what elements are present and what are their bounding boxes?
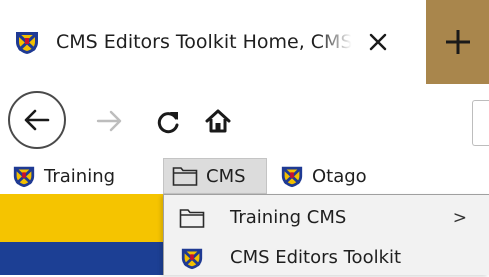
folder-icon bbox=[178, 204, 206, 232]
tab-close-button[interactable] bbox=[360, 24, 396, 60]
menu-item-label: CMS Editors Toolkit bbox=[230, 247, 402, 268]
back-button[interactable] bbox=[8, 91, 66, 149]
bookmark-label: Otago bbox=[312, 165, 367, 187]
reload-icon bbox=[157, 112, 179, 134]
reload-button[interactable] bbox=[150, 104, 186, 140]
bookmark-folder-menu: Training CMS > CMS Editors Toolkit bbox=[163, 194, 489, 275]
new-tab-button[interactable] bbox=[426, 0, 489, 84]
crest-icon bbox=[13, 166, 35, 188]
submenu-arrow-icon: > bbox=[452, 208, 467, 228]
tab-title-fade bbox=[318, 26, 360, 58]
home-icon bbox=[205, 109, 231, 133]
menu-item-label: Training CMS bbox=[230, 207, 347, 228]
crest-icon bbox=[16, 32, 38, 54]
bookmark-otago[interactable]: Otago bbox=[280, 158, 367, 194]
crest-icon bbox=[281, 166, 303, 188]
navigation-toolbar bbox=[0, 84, 489, 158]
folder-icon bbox=[172, 167, 198, 186]
menu-item-cms-editors-toolkit[interactable]: CMS Editors Toolkit bbox=[164, 239, 489, 277]
bookmark-label: CMS bbox=[206, 165, 246, 187]
bookmark-training[interactable]: Training bbox=[12, 158, 115, 194]
url-bar[interactable] bbox=[472, 100, 489, 146]
back-arrow-icon bbox=[24, 109, 50, 131]
crest-icon bbox=[178, 244, 206, 272]
home-button[interactable] bbox=[200, 103, 236, 139]
bookmark-folder-cms[interactable]: CMS bbox=[163, 158, 267, 194]
bookmarks-toolbar: Training CMS Otago bbox=[0, 158, 489, 194]
tab-title: CMS Editors Toolkit Home, CMS bbox=[56, 31, 353, 53]
menu-item-training-cms[interactable]: Training CMS > bbox=[164, 199, 489, 237]
close-icon bbox=[369, 33, 387, 51]
forward-button[interactable] bbox=[92, 104, 126, 138]
bookmark-label: Training bbox=[44, 165, 116, 187]
browser-tab[interactable]: CMS Editors Toolkit Home, CMS bbox=[0, 0, 427, 84]
tab-strip: CMS Editors Toolkit Home, CMS bbox=[0, 0, 489, 84]
plus-icon bbox=[445, 30, 470, 54]
forward-arrow-icon bbox=[96, 110, 122, 132]
